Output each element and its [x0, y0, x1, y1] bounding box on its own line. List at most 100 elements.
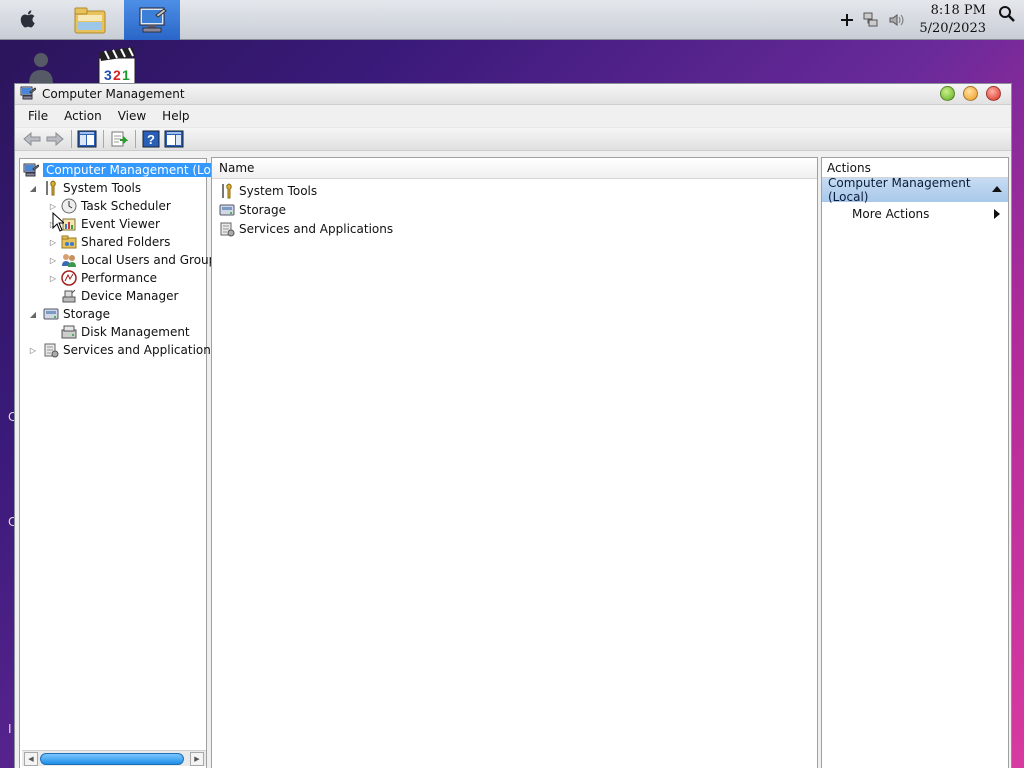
tree-label: Event Viewer	[81, 217, 160, 231]
more-actions-item[interactable]: More Actions	[822, 202, 1008, 226]
console-tree: Computer Management (Local ◢ System Tool…	[19, 158, 232, 768]
clock-time: 8:18 PM	[930, 3, 986, 18]
network-icon[interactable]	[862, 11, 880, 29]
export-list-icon[interactable]	[108, 129, 130, 149]
search-icon[interactable]	[998, 5, 1016, 26]
tree-item-task-scheduler[interactable]: Task Scheduler	[60, 197, 171, 215]
services-icon	[42, 342, 60, 358]
clock-date: 5/20/2023	[919, 21, 986, 36]
list-item-system-tools[interactable]: System Tools	[212, 181, 817, 200]
tree-item-device-manager[interactable]: Device Manager	[60, 287, 178, 305]
list-item-storage[interactable]: Storage	[212, 200, 817, 219]
storage-icon	[42, 306, 60, 322]
media-player-desktop-icon[interactable]: 3 2 1	[96, 46, 138, 86]
scroll-left-icon[interactable]: ◀	[24, 752, 38, 766]
column-header-name[interactable]: Name	[212, 158, 817, 179]
computer-management-title-icon	[20, 85, 37, 104]
performance-icon	[60, 270, 78, 286]
menu-view[interactable]: View	[110, 109, 154, 123]
svg-text:3: 3	[104, 67, 112, 83]
toolbar: ?	[15, 127, 1011, 151]
list-item-services-applications[interactable]: Services and Applications	[212, 219, 817, 238]
results-pane: Name System Tools Storage Services and A…	[211, 157, 818, 768]
menu-file[interactable]: File	[20, 109, 56, 123]
show-hide-action-pane-icon[interactable]	[163, 129, 185, 149]
user-desktop-icon[interactable]	[26, 50, 56, 84]
tools-icon	[42, 180, 60, 196]
clock[interactable]: 8:18 PM 5/20/2023	[919, 2, 986, 38]
maximize-button[interactable]	[963, 86, 978, 101]
actions-section-computer-management[interactable]: Computer Management (Local)	[822, 176, 1008, 204]
computer-management-icon	[22, 162, 40, 178]
expand-triangle-icon[interactable]: ▷	[48, 201, 58, 211]
storage-icon	[218, 202, 236, 218]
shared-folder-icon	[60, 234, 78, 250]
svg-text:?: ?	[147, 132, 155, 147]
tree-item-services-applications[interactable]: Services and Applications	[42, 341, 217, 359]
menu-help[interactable]: Help	[154, 109, 197, 123]
tree-item-system-tools[interactable]: System Tools	[42, 179, 141, 197]
list-item-label: Services and Applications	[239, 221, 394, 236]
tree-label: System Tools	[63, 181, 142, 195]
list-item-label: Storage	[239, 202, 286, 217]
back-arrow-icon[interactable]	[21, 129, 43, 149]
window-title: Computer Management	[42, 87, 185, 101]
minimize-button[interactable]	[940, 86, 955, 101]
apple-icon[interactable]	[16, 7, 40, 31]
desktop-icon-fragment: I	[8, 722, 12, 736]
scrollbar-thumb[interactable]	[40, 753, 184, 765]
tools-icon	[218, 182, 236, 199]
collapse-triangle-icon[interactable]: ◢	[28, 309, 38, 319]
menu-action[interactable]: Action	[56, 109, 110, 123]
toolbar-separator	[71, 130, 72, 148]
tree-item-disk-management[interactable]: Disk Management	[60, 323, 190, 341]
tree-label: Task Scheduler	[81, 199, 171, 213]
tree-label: Computer Management (Local	[43, 163, 232, 177]
tree-label: Storage	[63, 307, 110, 321]
expand-triangle-icon[interactable]: ▷	[28, 345, 38, 355]
collapse-triangle-icon[interactable]: ◢	[28, 183, 38, 193]
svg-text:1: 1	[122, 67, 130, 83]
file-explorer-icon[interactable]	[62, 0, 118, 40]
tree-item-shared-folders[interactable]: Shared Folders	[60, 233, 170, 251]
tree-label: Local Users and Groups	[81, 253, 223, 267]
submenu-arrow-icon	[994, 209, 1000, 219]
actions-pane: Actions Computer Management (Local) More…	[821, 157, 1009, 768]
title-bar[interactable]: Computer Management	[15, 84, 1011, 105]
more-actions-label: More Actions	[852, 207, 930, 221]
close-button[interactable]	[986, 86, 1001, 101]
computer-management-icon[interactable]	[124, 0, 180, 40]
menu-bar: File Action View Help	[15, 105, 1011, 127]
expand-triangle-icon[interactable]: ▷	[48, 273, 58, 283]
column-header-label: Name	[219, 161, 255, 175]
svg-text:2: 2	[113, 67, 121, 83]
show-hide-console-tree-icon[interactable]	[76, 129, 98, 149]
tree-label: Disk Management	[81, 325, 190, 339]
scroll-right-icon[interactable]: ▶	[190, 752, 204, 766]
tree-item-performance[interactable]: Performance	[60, 269, 157, 287]
users-icon	[60, 252, 78, 268]
tree-item-storage[interactable]: Storage	[42, 305, 110, 323]
tree-item-computer-management[interactable]: Computer Management (Local	[22, 161, 232, 179]
tree-label: Services and Applications	[63, 343, 218, 357]
services-icon	[218, 221, 236, 237]
expand-triangle-icon[interactable]: ▷	[48, 237, 58, 247]
expand-triangle-icon[interactable]: ▷	[48, 255, 58, 265]
tree-item-local-users[interactable]: Local Users and Groups	[60, 251, 223, 269]
window-controls	[940, 86, 1001, 101]
list-item-label: System Tools	[239, 183, 318, 198]
forward-arrow-icon[interactable]	[44, 129, 66, 149]
toolbar-separator	[135, 130, 136, 148]
tree-label: Performance	[81, 271, 158, 285]
horizontal-scrollbar[interactable]: ◀ ▶	[22, 750, 206, 766]
help-icon[interactable]: ?	[140, 129, 162, 149]
add-icon[interactable]	[838, 11, 856, 29]
tree-label: Shared Folders	[81, 235, 171, 249]
disk-management-icon	[60, 324, 78, 340]
computer-management-window: Computer Management File Action View Hel…	[14, 83, 1012, 768]
tree-item-event-viewer[interactable]: Event Viewer	[60, 215, 160, 233]
actions-section-label: Computer Management (Local)	[828, 176, 971, 204]
top-menu-bar: 8:18 PM 5/20/2023	[0, 0, 1024, 40]
volume-icon[interactable]	[888, 11, 906, 29]
collapse-up-icon[interactable]	[992, 186, 1002, 192]
